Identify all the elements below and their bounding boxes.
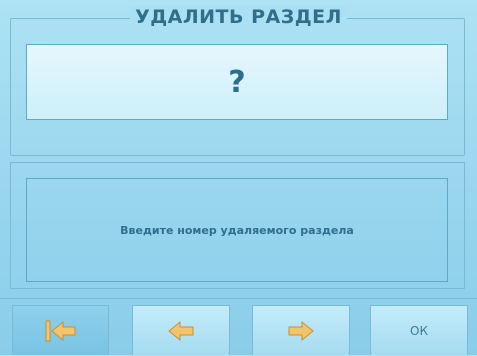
arrow-left-icon: [168, 320, 194, 341]
first-button[interactable]: [12, 305, 109, 355]
dialog-title: УДАЛИТЬ РАЗДЕЛ: [0, 6, 477, 28]
instruction-text: Введите номер удаляемого раздела: [120, 223, 354, 237]
arrow-right-icon: [288, 320, 314, 341]
next-button[interactable]: [252, 305, 350, 355]
input-value: ?: [228, 64, 246, 100]
section-number-input[interactable]: ?: [26, 44, 448, 120]
previous-button[interactable]: [132, 305, 230, 355]
first-page-icon: [45, 320, 75, 341]
delete-section-screen: УДАЛИТЬ РАЗДЕЛ ? Введите номер удаляемог…: [0, 0, 477, 355]
ok-label: ОК: [410, 323, 428, 338]
message-box: Введите номер удаляемого раздела: [26, 178, 448, 282]
ok-button[interactable]: ОК: [370, 305, 468, 355]
